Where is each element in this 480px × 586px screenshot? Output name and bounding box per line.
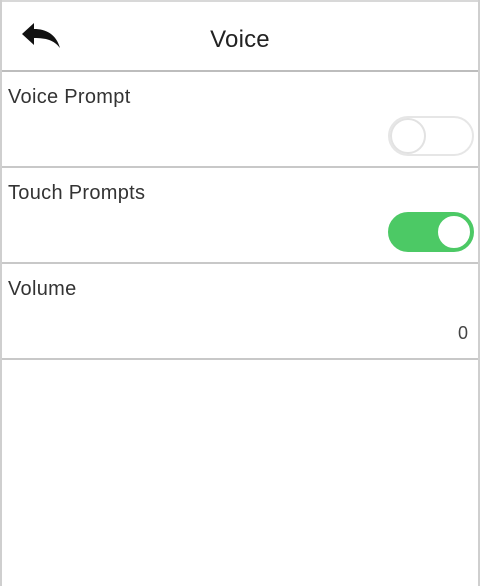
- setting-label: Touch Prompts: [8, 182, 146, 204]
- header-bar: Voice: [2, 0, 478, 72]
- touch-prompts-toggle[interactable]: [388, 212, 474, 252]
- setting-label: Volume: [8, 278, 77, 300]
- setting-row-touch-prompts[interactable]: Touch Prompts: [2, 168, 478, 264]
- voice-settings-screen: Voice Voice Prompt Touch Prompts Volume …: [0, 0, 480, 586]
- toggle-knob: [436, 214, 472, 250]
- volume-value: 0: [457, 323, 468, 343]
- setting-label: Voice Prompt: [8, 86, 131, 108]
- toggle-knob: [390, 118, 426, 154]
- empty-area: [2, 360, 478, 586]
- voice-prompt-toggle[interactable]: [388, 116, 474, 156]
- setting-row-voice-prompt[interactable]: Voice Prompt: [2, 72, 478, 168]
- setting-row-volume[interactable]: Volume 0: [2, 264, 478, 360]
- page-title: Voice: [210, 26, 270, 53]
